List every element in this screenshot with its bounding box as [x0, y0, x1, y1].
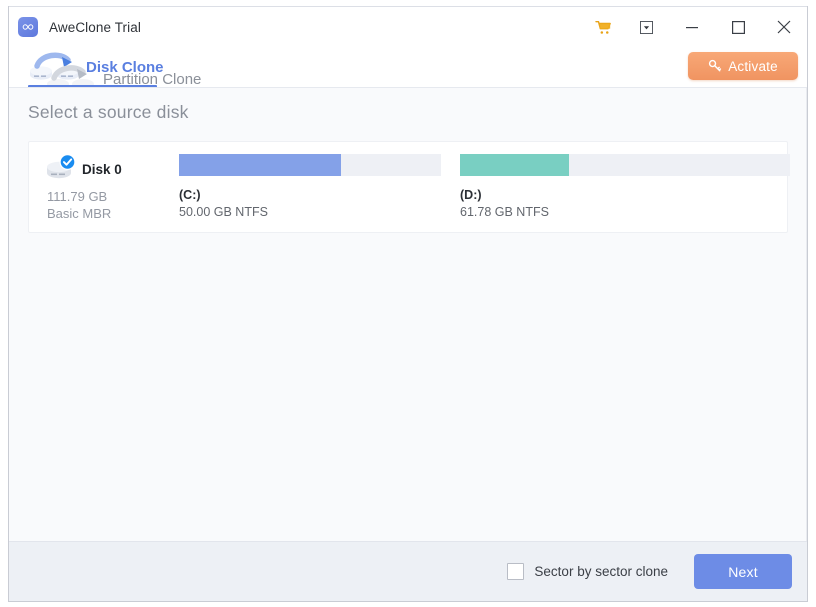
disk-info: Disk 0 111.79 GB Basic MBR	[45, 153, 175, 222]
infinity-icon	[18, 17, 38, 37]
disk-card-disk-0[interactable]: Disk 0 111.79 GB Basic MBR (C:) 50.00 GB…	[28, 141, 790, 233]
title-bar: AweClone Trial	[9, 7, 807, 47]
window-border-right	[807, 6, 808, 602]
app-window: AweClone Trial Disk Clone Partition Clon…	[0, 0, 816, 607]
partition-d[interactable]: (D:) 61.78 GB NTFS	[460, 154, 790, 220]
partition-c[interactable]: (C:) 50.00 GB NTFS	[179, 154, 441, 220]
disk-header: Disk 0	[45, 153, 175, 185]
check-badge-icon	[59, 154, 76, 170]
partition-c-label: (C:)	[179, 188, 201, 202]
window-border-bottom	[8, 601, 808, 602]
footer-bar: Sector by sector clone Next	[9, 541, 807, 601]
sector-by-sector-clone-label: Sector by sector clone	[534, 564, 668, 579]
partition-d-label: (D:)	[460, 188, 482, 202]
minimize-icon[interactable]	[669, 7, 715, 47]
activate-label: Activate	[728, 58, 778, 74]
disk-icon	[45, 154, 77, 184]
main-content: Select a source disk Disk 0 111.79 GB Ba…	[9, 88, 807, 541]
partition-d-track	[460, 154, 790, 176]
tab-bar: Disk Clone Partition Clone Activate	[9, 47, 807, 91]
close-icon[interactable]	[761, 7, 807, 47]
sector-by-sector-clone-checkbox[interactable]: Sector by sector clone	[507, 563, 668, 580]
disk-capacity: 111.79 GB	[47, 189, 108, 204]
window-title: AweClone Trial	[49, 19, 141, 35]
cart-icon[interactable]	[583, 7, 623, 47]
minimize-to-tray-icon[interactable]	[623, 7, 669, 47]
disk-name: Disk 0	[82, 161, 122, 177]
checkbox-box[interactable]	[507, 563, 525, 580]
partition-d-size: 61.78 GB NTFS	[460, 205, 549, 219]
next-button[interactable]: Next	[694, 554, 792, 589]
partition-c-fill	[179, 154, 342, 176]
disk-scheme: Basic MBR	[47, 206, 112, 221]
disk-meta: 111.79 GB Basic MBR	[47, 188, 175, 222]
content-right-edge	[806, 88, 807, 541]
page-title: Select a source disk	[28, 102, 189, 122]
activate-button[interactable]: Activate	[688, 52, 798, 80]
partition-c-size: 50.00 GB NTFS	[179, 205, 268, 219]
key-icon	[708, 59, 722, 73]
maximize-icon[interactable]	[715, 7, 761, 47]
partition-d-fill	[460, 154, 569, 176]
partition-c-track	[179, 154, 441, 176]
